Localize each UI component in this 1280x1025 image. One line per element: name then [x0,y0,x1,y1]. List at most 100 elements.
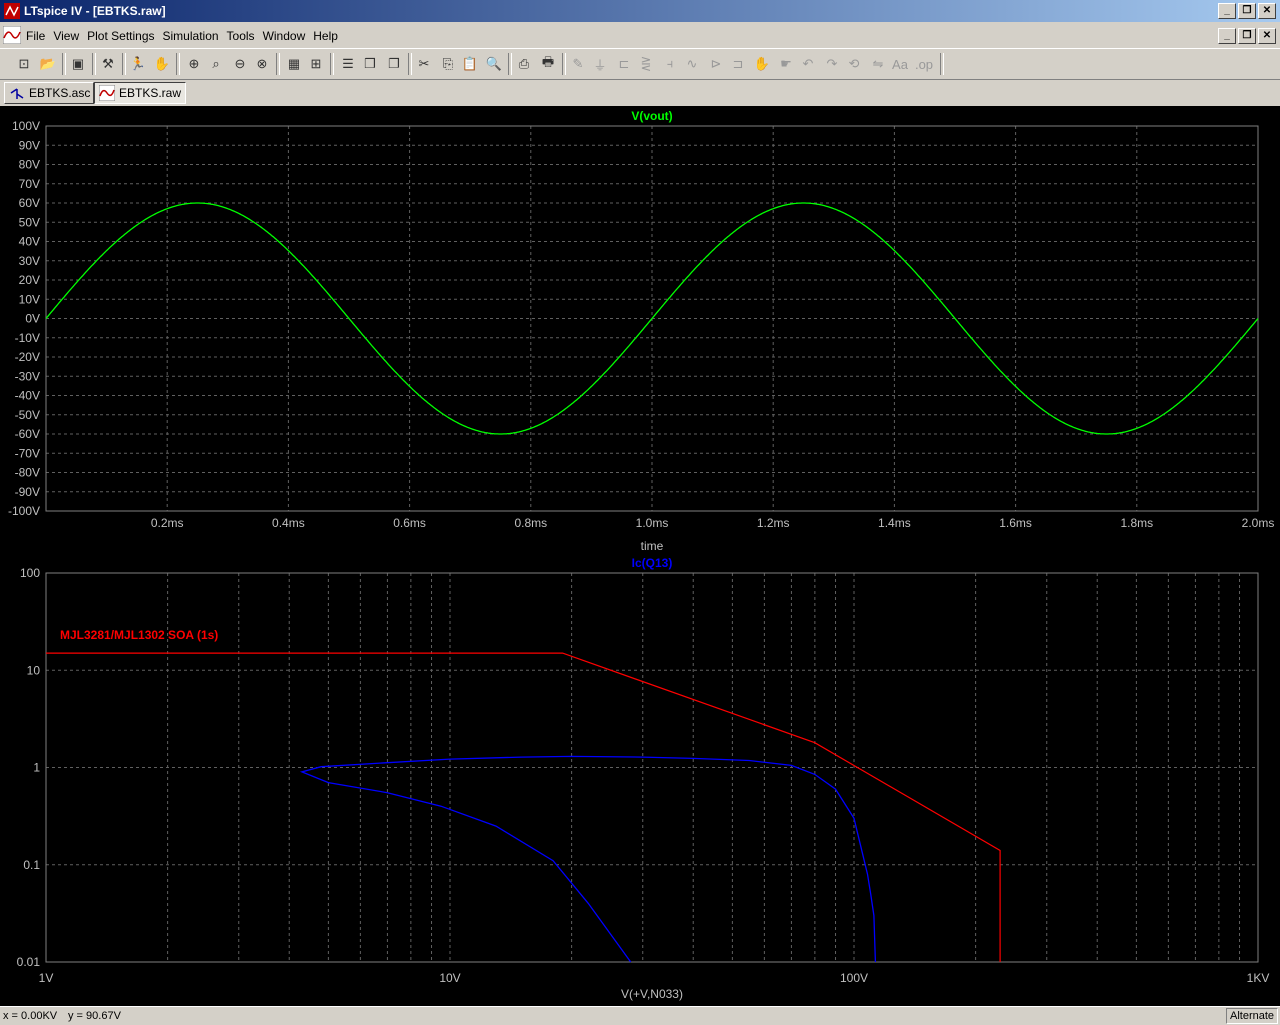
resistor-icon[interactable]: ⋛ [636,54,656,74]
tile-vertical-icon[interactable]: ❐ [384,54,404,74]
save-icon[interactable]: ▣ [68,54,88,74]
paste-icon[interactable]: 📋 [460,54,480,74]
cascade-icon[interactable]: ❒ [360,54,380,74]
x-tick-label: 0.2ms [151,516,184,530]
cursor-y-readout: y = 90.67V [68,1010,121,1022]
soa-annotation[interactable]: MJL3281/MJL1302 SOA (1s) [60,628,218,642]
cursor-x-readout: x = 0.00KV [3,1010,58,1022]
y-tick-label: 90V [19,138,40,152]
autorange-icon[interactable]: ▦ [284,54,304,74]
menu-tools[interactable]: Tools [227,29,261,43]
y-tick-label: -90V [15,485,40,499]
menu-help[interactable]: Help [313,29,344,43]
control-panel-icon[interactable]: ⚒ [98,54,118,74]
print-preview-icon[interactable]: ⎙ [514,54,534,74]
x-tick-label: 1V [39,971,54,985]
x-tick-label: 1.6ms [999,516,1032,530]
x-tick-label: 100V [840,971,868,985]
y-tick-label: -30V [15,369,40,383]
y-tick-label: 10V [19,292,40,306]
waveform-viewer[interactable]: 100V 90V 80V 70V 60V 50V 40V 30V 20V 10V 0V -10V -20… [0,106,1280,1006]
top-plot-x-ticks: 0.2ms 0.4ms 0.6ms 0.8ms 1.0ms 1.2ms 1.4ms 1.6ms… [151,516,1274,530]
redo-icon[interactable]: ↷ [822,54,842,74]
y-tick-label: -100V [8,504,40,518]
child-minimize-button[interactable]: _ [1218,28,1236,44]
y-tick-label: 70V [19,177,40,191]
tab-label: EBTKS.raw [119,86,182,100]
menu-file[interactable]: File [26,29,51,43]
y-tick-label: 30V [19,254,40,268]
top-plot-y-ticks: 100V 90V 80V 70V 60V 50V 40V 30V 20V 10V 0V -10V -20… [8,119,40,518]
y-tick-label: -40V [15,389,40,403]
rotate-icon[interactable]: ⟲ [844,54,864,74]
menu-plot-settings[interactable]: Plot Settings [87,29,160,43]
diode-icon[interactable]: ⊳ [706,54,726,74]
print-icon[interactable]: 🖶 [538,54,558,74]
bottom-plot-grid [46,573,1258,962]
close-button[interactable]: ✕ [1258,3,1276,19]
mirror-icon[interactable]: ⇋ [868,54,888,74]
status-bar: x = 0.00KV y = 90.67V Alternate [0,1006,1280,1025]
x-tick-label: 0.8ms [514,516,547,530]
zoom-fit-icon[interactable]: ⊗ [252,54,272,74]
x-tick-label: 0.4ms [272,516,305,530]
tab-label: EBTKS.asc [29,86,91,100]
inductor-icon[interactable]: ∿ [682,54,702,74]
run-icon[interactable]: 🏃 [128,54,148,74]
y-tick-label: 20V [19,273,40,287]
child-close-button[interactable]: ✕ [1258,28,1276,44]
wire-icon[interactable]: ✎ [568,54,588,74]
menu-view[interactable]: View [53,29,85,43]
minimize-button[interactable]: _ [1218,3,1236,19]
y-tick-label: 100 [20,566,40,580]
zoom-pan-icon[interactable]: ⌕ [206,54,226,74]
y-tick-label: 40V [19,235,40,249]
new-schematic-icon[interactable]: ⊡ [14,54,34,74]
tab-ebtks-raw[interactable]: EBTKS.raw [94,82,186,104]
plot-canvas[interactable]: 100V 90V 80V 70V 60V 50V 40V 30V 20V 10V 0V -10V -20… [0,106,1280,1006]
y-tick-label: 80V [19,158,40,172]
waveform-icon[interactable] [3,26,21,44]
copy-icon[interactable]: ⎘ [438,54,458,74]
capacitor-icon[interactable]: ⫞ [660,54,680,74]
cut-icon[interactable]: ✂ [414,54,434,74]
label-net-icon[interactable]: ⊏ [614,54,634,74]
menu-bar: File View Plot Settings Simulation Tools… [0,24,1280,46]
tab-ebtks-asc[interactable]: EBTKS.asc [4,82,94,104]
ltspice-app-icon [4,3,20,19]
title-bar: LTspice IV - [EBTKS.raw] _ ❐ ✕ [0,0,1280,22]
waveform-icon [99,85,115,101]
text-icon[interactable]: Aa [890,54,910,74]
x-tick-label: 2.0ms [1242,516,1275,530]
halt-icon[interactable]: ✋ [152,54,172,74]
open-folder-icon[interactable]: 📂 [38,54,58,74]
mode-indicator: Alternate [1226,1008,1278,1024]
menu-window[interactable]: Window [263,29,312,43]
zoom-in-icon[interactable]: ⊕ [184,54,204,74]
move-icon[interactable]: ✋ [752,54,772,74]
spice-directive-icon[interactable]: .op [914,54,934,74]
toolbar: ⊡ 📂 ▣ ⚒ 🏃 ✋ ⊕ ⌕ ⊖ ⊗ ▦ ⊞ ☰ ❒ ❐ ✂ ⎘ 📋 🔍 ⎙ … [0,48,1280,80]
y-tick-label: -60V [15,427,40,441]
component-icon[interactable]: ⊐ [728,54,748,74]
bottom-trace-label[interactable]: Ic(Q13) [632,556,673,570]
y-tick-label: 50V [19,215,40,229]
find-icon[interactable]: 🔍 [484,54,504,74]
child-restore-button[interactable]: ❐ [1238,28,1256,44]
undo-icon[interactable]: ↶ [798,54,818,74]
zoom-out-icon[interactable]: ⊖ [230,54,250,74]
soa-trace[interactable] [46,652,1001,962]
menu-simulation[interactable]: Simulation [163,29,225,43]
maximize-button[interactable]: ❐ [1238,3,1256,19]
y-tick-label: 10 [27,663,41,677]
drag-icon[interactable]: ☛ [776,54,796,74]
y-tick-label: 0.01 [17,955,41,969]
grid-icon[interactable]: ⊞ [306,54,326,74]
x-tick-label: 10V [439,971,460,985]
ground-icon[interactable]: ⏚ [590,54,610,74]
ic-q13-trace[interactable] [299,755,877,963]
tile-horizontal-icon[interactable]: ☰ [338,54,358,74]
y-tick-label: 0V [25,312,40,326]
top-trace-label[interactable]: V(vout) [631,109,672,123]
x-tick-label: 1.2ms [757,516,790,530]
